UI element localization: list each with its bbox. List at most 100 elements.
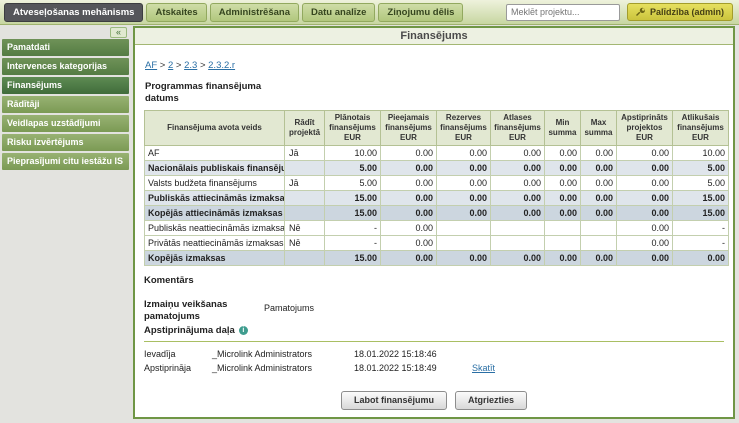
breadcrumb-link-2-3[interactable]: 2.3 — [184, 60, 197, 71]
value-cell: 5.00 — [325, 160, 381, 175]
value-cell: 0.00 — [491, 190, 545, 205]
sidebar-item-risku-izv-rt-jums[interactable]: Risku izvērtējums — [2, 134, 129, 151]
show-in-project-cell: Jā — [285, 175, 325, 190]
value-cell: 0.00 — [545, 160, 581, 175]
show-in-project-cell: Nē — [285, 220, 325, 235]
column-header: Rādīt projektā — [285, 110, 325, 145]
tab-administr-ana[interactable]: Administrēšana — [210, 3, 299, 22]
tab-atskaites[interactable]: Atskaites — [146, 3, 206, 22]
sidebar-collapse-icon[interactable]: « — [110, 27, 127, 38]
value-cell: 0.00 — [437, 145, 491, 160]
approval-row: Apstiprinājuma daļa i — [144, 325, 724, 336]
sidebar-item-finans-jums[interactable]: Finansējums — [2, 77, 129, 94]
value-cell: - — [325, 220, 381, 235]
breadcrumb-separator: > — [173, 60, 184, 71]
value-cell — [545, 220, 581, 235]
value-cell: 15.00 — [673, 190, 729, 205]
value-cell: 0.00 — [437, 190, 491, 205]
show-in-project-cell — [285, 160, 325, 175]
tab-zi-ojumu-d-lis[interactable]: Ziņojumu dēlis — [378, 3, 463, 22]
show-in-project-cell — [285, 205, 325, 220]
audit-user: _Microlink Administrators — [212, 363, 354, 373]
table-row: AFJā10.000.000.000.000.000.000.0010.00 — [145, 145, 729, 160]
panel-body: AF > 2 > 2.3 > 2.3.2.r Programmas finans… — [135, 45, 733, 417]
tab-atvese-o-anas-meh-nisms[interactable]: Atveseļošanas mehānisms — [4, 3, 143, 22]
breadcrumb-link-2-3-2-r[interactable]: 2.3.2.r — [208, 60, 235, 71]
section-divider — [144, 341, 724, 342]
value-cell — [581, 220, 617, 235]
show-in-project-cell: Jā — [285, 145, 325, 160]
row-label: Kopējās izmaksas — [145, 250, 285, 265]
value-cell: 0.00 — [545, 190, 581, 205]
sidebar-item-veidlapas-uzst-d-jumi[interactable]: Veidlapas uzstādījumi — [2, 115, 129, 132]
value-cell: 0.00 — [581, 160, 617, 175]
value-cell: 0.00 — [491, 145, 545, 160]
value-cell: 0.00 — [617, 250, 673, 265]
row-label: Publiskās attiecināmās izmaksas — [145, 190, 285, 205]
panel-title: Finansējums — [135, 28, 733, 45]
audit-timestamp: 18.01.2022 15:18:46 — [354, 349, 472, 359]
top-navigation-bar: Atveseļošanas mehānismsAtskaitesAdminist… — [0, 0, 739, 25]
value-cell: 0.00 — [437, 250, 491, 265]
show-in-project-cell: Nē — [285, 235, 325, 250]
value-cell: 0.00 — [617, 205, 673, 220]
show-in-project-cell — [285, 250, 325, 265]
sidebar-item-piepras-jumi-citu-iest-u-is[interactable]: Pieprasījumi citu iestāžu IS — [2, 153, 129, 170]
value-cell: 0.00 — [545, 250, 581, 265]
show-in-project-cell — [285, 190, 325, 205]
audit-row: Ievadīja_Microlink Administrators18.01.2… — [144, 349, 724, 359]
help-button[interactable]: Palīdzība (admin) — [627, 3, 733, 21]
value-cell: - — [673, 235, 729, 250]
view-link[interactable]: Skatīt — [472, 363, 495, 373]
help-button-label: Palīdzība (admin) — [650, 7, 724, 17]
approval-label: Apstiprinājuma daļa — [144, 325, 235, 336]
reason-label: Izmaiņu veikšanas pamatojums — [144, 299, 264, 323]
value-cell: 10.00 — [673, 145, 729, 160]
search-input[interactable] — [506, 4, 620, 21]
value-cell: 0.00 — [581, 250, 617, 265]
row-label: AF — [145, 145, 285, 160]
tab-datu-anal-ze[interactable]: Datu analīze — [302, 3, 375, 22]
info-icon[interactable]: i — [239, 326, 248, 335]
value-cell: 5.00 — [325, 175, 381, 190]
value-cell — [491, 220, 545, 235]
column-header: Min summa — [545, 110, 581, 145]
tools-icon — [636, 7, 646, 17]
column-header: Plānotais finansējums EUR — [325, 110, 381, 145]
value-cell — [491, 235, 545, 250]
audit-timestamp: 18.01.2022 15:18:49 — [354, 363, 472, 373]
value-cell: 0.00 — [491, 160, 545, 175]
value-cell: 0.00 — [581, 175, 617, 190]
value-cell: 0.00 — [381, 235, 437, 250]
edit-financing-button[interactable]: Labot finansējumu — [341, 391, 447, 410]
value-cell: 0.00 — [437, 175, 491, 190]
value-cell: 0.00 — [617, 175, 673, 190]
value-cell: 10.00 — [325, 145, 381, 160]
breadcrumb-link-af[interactable]: AF — [145, 60, 157, 71]
back-button[interactable]: Atgriezties — [455, 391, 527, 410]
breadcrumb-separator: > — [197, 60, 208, 71]
sidebar-item-pamatdati[interactable]: Pamatdati — [2, 39, 129, 56]
row-label: Kopējās attiecināmās izmaksas — [145, 205, 285, 220]
sidebar-item-r-d-t-ji[interactable]: Rādītāji — [2, 96, 129, 113]
table-row: Privātās neattiecināmās izmaksasNē-0.000… — [145, 235, 729, 250]
sidebar-item-intervences-kategorijas[interactable]: Intervences kategorijas — [2, 58, 129, 75]
value-cell: 0.00 — [491, 205, 545, 220]
value-cell: 0.00 — [617, 145, 673, 160]
value-cell — [437, 220, 491, 235]
column-header: Apstiprināts projektos EUR — [617, 110, 673, 145]
value-cell: 0.00 — [545, 205, 581, 220]
action-buttons: Labot finansējumu Atgriezties — [135, 391, 733, 410]
value-cell: 0.00 — [381, 205, 437, 220]
value-cell: 15.00 — [325, 205, 381, 220]
value-cell: 0.00 — [491, 175, 545, 190]
value-cell: 15.00 — [325, 190, 381, 205]
audit-row: Apstiprināja_Microlink Administrators18.… — [144, 363, 724, 373]
value-cell — [581, 235, 617, 250]
value-cell: 0.00 — [581, 190, 617, 205]
sidebar: « Pamatdati Intervences kategorijas Finans… — [0, 26, 131, 423]
breadcrumb: AF > 2 > 2.3 > 2.3.2.r — [145, 60, 724, 71]
topbar-right-group: Palīdzība (admin) — [506, 3, 735, 21]
table-row: Publiskās neattiecināmās izmaksasNē-0.00… — [145, 220, 729, 235]
audit-label: Apstiprināja — [144, 363, 212, 373]
